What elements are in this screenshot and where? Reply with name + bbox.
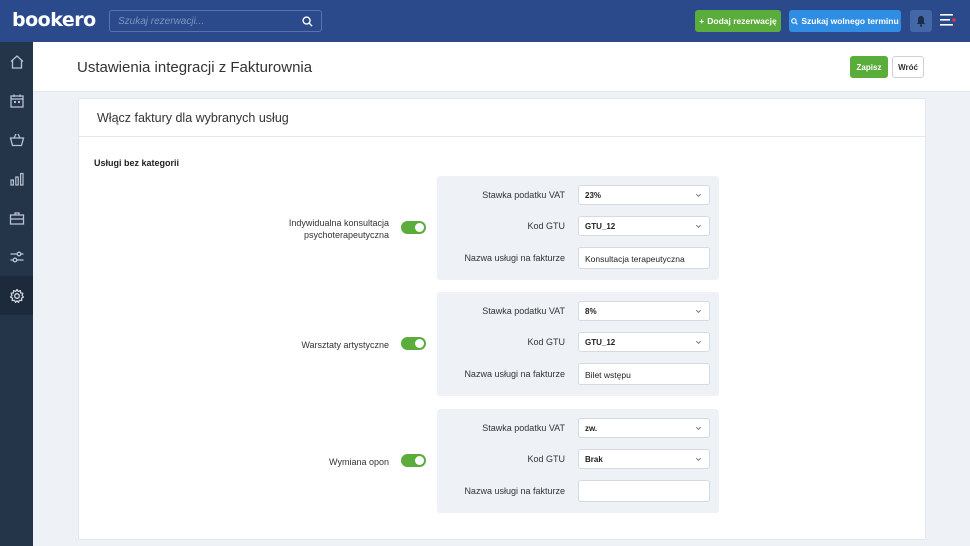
invoice-name-value: Bilet wstępu — [585, 370, 631, 380]
page-header: Ustawienia integracji z Fakturownia Zapi… — [33, 42, 970, 92]
invoice-name-value: Konsultacja terapeutyczna — [585, 254, 685, 264]
sidebar-item-reports[interactable] — [0, 159, 33, 198]
find-slot-button[interactable]: Szukaj wolnego terminu — [789, 10, 901, 32]
vat-select[interactable]: 23% — [578, 185, 710, 205]
service-toggle[interactable] — [401, 454, 426, 467]
bookero-logo[interactable]: bookero — [12, 9, 96, 31]
gtu-select[interactable]: Brak — [578, 449, 710, 469]
sidebar — [0, 42, 33, 546]
vat-label: Stawka podatku VAT — [482, 306, 565, 316]
gtu-label: Kod GTU — [527, 221, 565, 231]
gtu-label: Kod GTU — [527, 337, 565, 347]
service-name: Indywidualna konsultacja psychoterapeuty… — [288, 218, 389, 240]
page-title: Ustawienia integracji z Fakturownia — [77, 59, 313, 76]
add-reservation-button[interactable]: + Dodaj rezerwację — [695, 10, 781, 32]
search-icon — [791, 17, 799, 25]
search-box — [109, 10, 322, 32]
service-settings-panel: Stawka podatku VAT 23% Kod GTU GTU_12 Na… — [437, 176, 719, 280]
basket-icon — [9, 133, 24, 146]
vat-value: 23% — [585, 191, 602, 200]
service-toggle[interactable] — [401, 337, 426, 350]
sidebar-item-services[interactable] — [0, 198, 33, 237]
service-name: Warsztaty artystyczne — [301, 340, 389, 350]
gtu-value: GTU_12 — [585, 338, 616, 347]
sidebar-item-home[interactable] — [0, 42, 33, 81]
save-button[interactable]: Zapisz — [850, 56, 888, 78]
vat-select[interactable]: zw. — [578, 418, 710, 438]
menu-icon[interactable] — [940, 13, 956, 27]
chevron-down-icon — [696, 457, 701, 461]
gtu-value: Brak — [585, 455, 603, 464]
sliders-icon — [10, 251, 23, 262]
invoice-name-label: Nazwa usługi na fakturze — [464, 486, 565, 496]
invoice-name-input[interactable]: Bilet wstępu — [578, 363, 710, 385]
invoice-name-label: Nazwa usługi na fakturze — [464, 253, 565, 263]
service-settings-panel: Stawka podatku VAT 8% Kod GTU GTU_12 Naz… — [437, 292, 719, 396]
home-icon — [10, 54, 23, 69]
vat-label: Stawka podatku VAT — [482, 190, 565, 200]
sidebar-item-basket[interactable] — [0, 120, 33, 159]
briefcase-icon — [9, 211, 24, 225]
gtu-select[interactable]: GTU_12 — [578, 216, 710, 236]
plus-icon: + — [699, 16, 705, 26]
gtu-select[interactable]: GTU_12 — [578, 332, 710, 352]
card-title: Włącz faktury dla wybranych usług — [97, 111, 289, 125]
invoice-name-input[interactable]: Konsultacja terapeutyczna — [578, 247, 710, 269]
chevron-down-icon — [696, 309, 701, 313]
toggle-knob — [415, 223, 424, 232]
gtu-value: GTU_12 — [585, 222, 616, 231]
toggle-knob — [415, 339, 424, 348]
sidebar-item-settings[interactable] — [0, 276, 33, 315]
back-button[interactable]: Wróć — [892, 56, 924, 78]
vat-value: zw. — [585, 424, 598, 433]
sidebar-item-calendar[interactable] — [0, 81, 33, 120]
chevron-down-icon — [696, 193, 701, 197]
chevron-down-icon — [696, 426, 701, 430]
sidebar-item-integrations[interactable] — [0, 237, 33, 276]
card-header: Włącz faktury dla wybranych usług — [79, 99, 925, 137]
category-title: Usługi bez kategorii — [94, 158, 180, 168]
chevron-down-icon — [696, 224, 701, 228]
invoice-settings-card: Włącz faktury dla wybranych usług Usługi… — [78, 98, 926, 540]
bell-icon — [917, 16, 925, 27]
bar-chart-icon — [9, 172, 24, 186]
search-icon[interactable] — [302, 16, 313, 27]
vat-label: Stawka podatku VAT — [482, 423, 565, 433]
search-input[interactable] — [118, 14, 298, 29]
notifications-button[interactable] — [910, 10, 932, 32]
top-navbar: bookero + Dodaj rezerwację Szukaj wolneg… — [0, 0, 970, 42]
invoice-name-input[interactable] — [578, 480, 710, 502]
vat-select[interactable]: 8% — [578, 301, 710, 321]
service-name: Wymiana opon — [329, 457, 389, 467]
gear-icon — [9, 288, 24, 303]
invoice-name-label: Nazwa usługi na fakturze — [464, 369, 565, 379]
gtu-label: Kod GTU — [527, 454, 565, 464]
calendar-icon — [9, 94, 24, 108]
service-toggle[interactable] — [401, 221, 426, 234]
service-settings-panel: Stawka podatku VAT zw. Kod GTU Brak Nazw… — [437, 409, 719, 513]
toggle-knob — [415, 456, 424, 465]
vat-value: 8% — [585, 307, 597, 316]
chevron-down-icon — [696, 340, 701, 344]
